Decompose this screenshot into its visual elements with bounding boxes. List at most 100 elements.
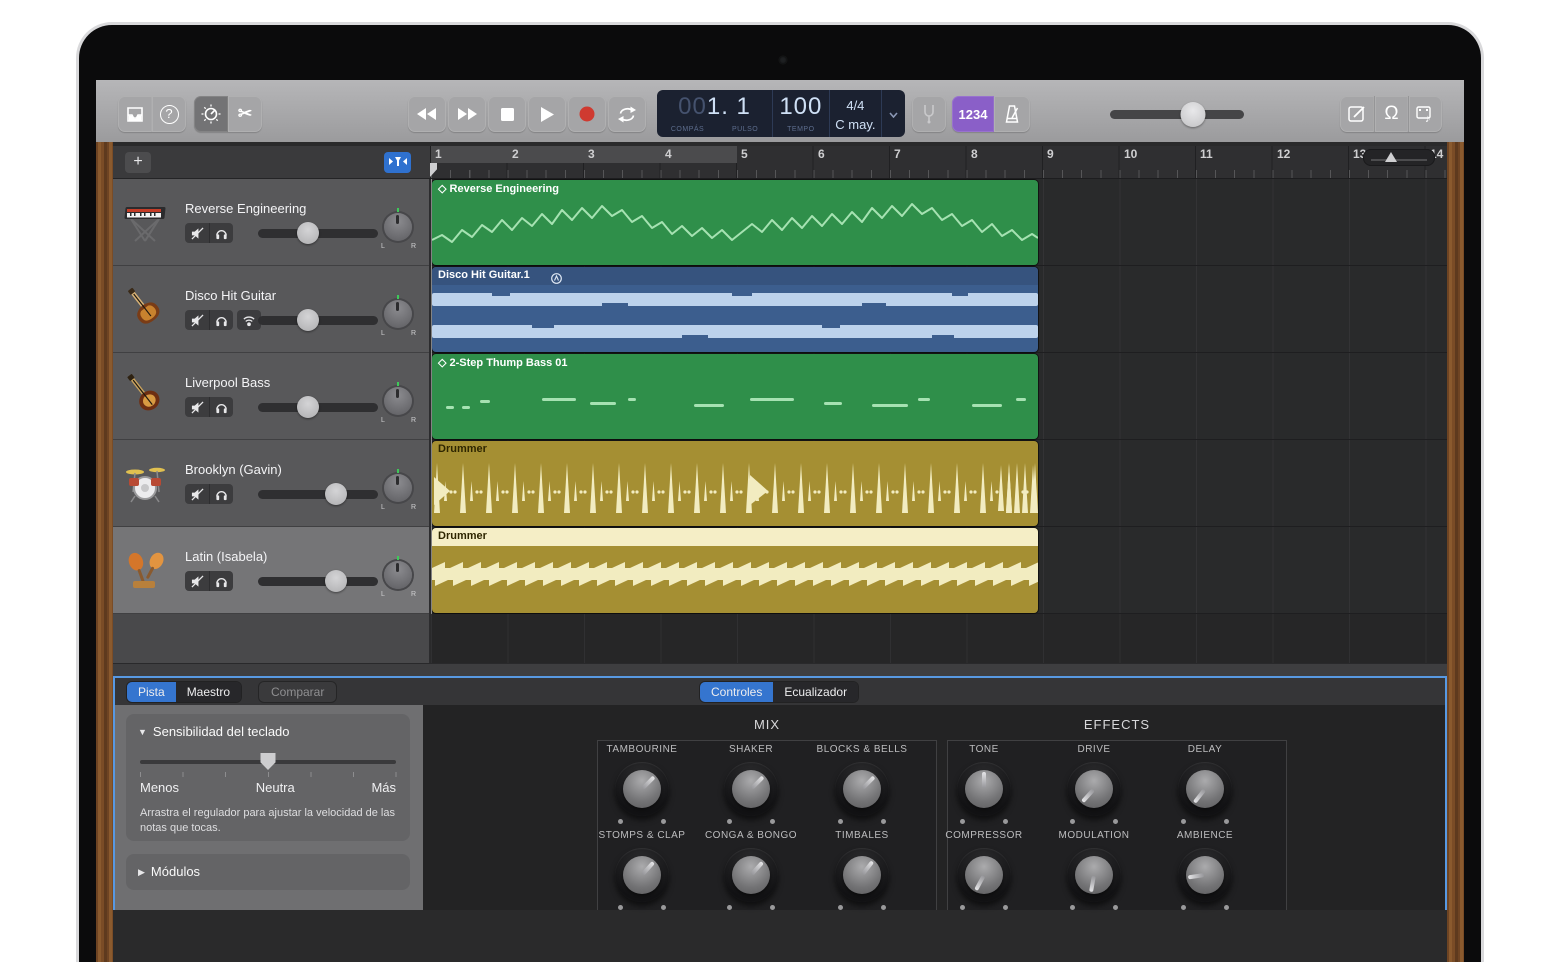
- midi-loop-icon: ◇: [438, 357, 446, 369]
- chevron-down-icon: [889, 105, 898, 123]
- track-volume-knob[interactable]: [325, 570, 347, 592]
- timeline-area[interactable]: ◇ Reverse Engineering Disco Hit Guitar.1: [431, 179, 1447, 614]
- region-disco-hit-guitar[interactable]: Disco Hit Guitar.1: [432, 267, 1038, 352]
- count-in-button[interactable]: 1234: [952, 96, 994, 132]
- track-volume-knob[interactable]: [297, 309, 319, 331]
- disclosure-triangle-icon[interactable]: ▼: [138, 727, 147, 737]
- knob-stomps-clap[interactable]: STOMPS & CLAP: [587, 830, 697, 902]
- tab-controles[interactable]: Controles: [700, 682, 773, 702]
- catch-playhead-button[interactable]: [384, 152, 411, 173]
- drum-waveform: [432, 441, 1038, 526]
- track-volume-knob[interactable]: [297, 222, 319, 244]
- master-volume-slider[interactable]: [1110, 110, 1244, 119]
- loop-browser-button[interactable]: Ω: [1374, 96, 1408, 132]
- mix-section-title: MIX: [754, 717, 780, 732]
- smart-controls-button[interactable]: [194, 96, 228, 132]
- track-volume-slider[interactable]: [258, 403, 378, 412]
- solo-button[interactable]: [209, 571, 233, 591]
- pan-knob[interactable]: [384, 561, 412, 589]
- tab-maestro[interactable]: Maestro: [176, 682, 241, 702]
- lcd-menu-chevron[interactable]: [882, 90, 905, 137]
- electric-guitar-icon: [121, 284, 169, 332]
- pan-knob[interactable]: [384, 300, 412, 328]
- ruler-bar: 9: [1047, 147, 1054, 161]
- mute-button[interactable]: [185, 571, 209, 591]
- track-volume-slider[interactable]: [258, 490, 378, 499]
- solo-button[interactable]: [209, 397, 233, 417]
- knob-shaker[interactable]: SHAKER: [696, 744, 806, 816]
- disclosure-triangle-icon[interactable]: ▶: [138, 867, 145, 877]
- timeline-row: Drummer: [431, 440, 1447, 527]
- knob-delay[interactable]: DELAY: [1150, 744, 1260, 816]
- sensitivity-ticks: [140, 772, 397, 777]
- track-row-brooklyn[interactable]: Brooklyn (Gavin) L R: [113, 440, 429, 527]
- knob-modulation[interactable]: MODULATION: [1039, 830, 1149, 902]
- stop-button[interactable]: [488, 96, 526, 132]
- solo-button[interactable]: [209, 223, 233, 243]
- track-volume-knob[interactable]: [297, 396, 319, 418]
- horizontal-zoom-slider[interactable]: [1363, 149, 1435, 166]
- track-row-disco-hit-guitar[interactable]: Disco Hit Guitar L R: [113, 266, 429, 353]
- metronome-icon: [1003, 105, 1021, 123]
- knob-drive[interactable]: DRIVE: [1039, 744, 1149, 816]
- region-reverse-engineering[interactable]: ◇ Reverse Engineering: [432, 180, 1038, 265]
- tuner-button[interactable]: [912, 96, 946, 132]
- play-button[interactable]: [528, 96, 566, 132]
- tab-ecualizador[interactable]: Ecualizador: [773, 682, 858, 702]
- mute-button[interactable]: [185, 484, 209, 504]
- track-row-latin[interactable]: Latin (Isabela) L R: [113, 527, 429, 614]
- rewind-button[interactable]: [408, 96, 446, 132]
- sensitivity-handle[interactable]: [261, 753, 276, 770]
- solo-button[interactable]: [209, 310, 233, 330]
- region-drummer-brooklyn[interactable]: Drummer: [432, 441, 1038, 526]
- pan-right-label: R: [411, 330, 416, 337]
- pan-knob[interactable]: [384, 474, 412, 502]
- master-volume-knob[interactable]: [1181, 102, 1206, 127]
- ruler-bar: 5: [741, 147, 748, 161]
- add-track-button[interactable]: +: [125, 152, 151, 173]
- pan-knob[interactable]: [384, 387, 412, 415]
- track-volume-knob[interactable]: [325, 483, 347, 505]
- comparar-button[interactable]: Comparar: [259, 682, 336, 702]
- knob-blocks-bells[interactable]: BLOCKS & BELLS: [807, 744, 917, 816]
- editor-button[interactable]: ✂: [228, 96, 262, 132]
- lcd-display[interactable]: 001. 1 COMPÁSPULSO 100 TEMPO 4/4C may.: [657, 90, 905, 137]
- knob-compressor[interactable]: COMPRESSOR: [929, 830, 1039, 902]
- mute-button[interactable]: [185, 310, 209, 330]
- knob-tambourine[interactable]: TAMBOURINE: [587, 744, 697, 816]
- mute-button[interactable]: [185, 223, 209, 243]
- solo-button[interactable]: [209, 484, 233, 504]
- tab-pista[interactable]: Pista: [127, 682, 176, 702]
- knob-tone[interactable]: TONE: [929, 744, 1039, 816]
- metronome-button[interactable]: [994, 96, 1030, 132]
- forward-button[interactable]: [448, 96, 486, 132]
- knob-timbales[interactable]: TIMBALES: [807, 830, 917, 902]
- track-volume-slider[interactable]: [258, 577, 378, 586]
- library-button[interactable]: [118, 96, 152, 132]
- svg-text:♪: ♪: [1425, 113, 1431, 123]
- region-drummer-latin[interactable]: Drummer: [432, 528, 1038, 613]
- pan-knob[interactable]: [384, 213, 412, 241]
- pan-left-label: L: [381, 504, 385, 511]
- track-row-liverpool-bass[interactable]: Liverpool Bass L R: [113, 353, 429, 440]
- knob-conga-bongo[interactable]: CONGA & BONGO: [696, 830, 806, 902]
- record-button[interactable]: [568, 96, 606, 132]
- track-volume-slider[interactable]: [258, 316, 378, 325]
- panel-splitter[interactable]: [113, 663, 1447, 676]
- track-row-reverse-engineering[interactable]: Reverse Engineering L R: [113, 179, 429, 266]
- maracas-icon: [121, 545, 169, 593]
- track-volume-slider[interactable]: [258, 229, 378, 238]
- mute-button[interactable]: [185, 397, 209, 417]
- cycle-button[interactable]: [608, 96, 646, 132]
- pan-right-label: R: [411, 591, 416, 598]
- keyboard-sensitivity-title[interactable]: ▼Sensibilidad del teclado: [138, 724, 290, 739]
- notes-button[interactable]: [1340, 96, 1374, 132]
- timeline-ruler[interactable]: 1 2 3 4 5 6 7 8 9 10 11 12 13 14: [430, 146, 1447, 179]
- zoom-handle[interactable]: [1385, 152, 1397, 162]
- sensitivity-slider[interactable]: [140, 760, 396, 764]
- modules-panel[interactable]: ▶Módulos: [126, 854, 410, 890]
- help-button[interactable]: ?: [152, 96, 186, 132]
- knob-ambience[interactable]: AMBIENCE: [1150, 830, 1260, 902]
- media-browser-button[interactable]: ♪: [1408, 96, 1442, 132]
- region-2step-thump-bass[interactable]: ◇ 2-Step Thump Bass 01: [432, 354, 1038, 439]
